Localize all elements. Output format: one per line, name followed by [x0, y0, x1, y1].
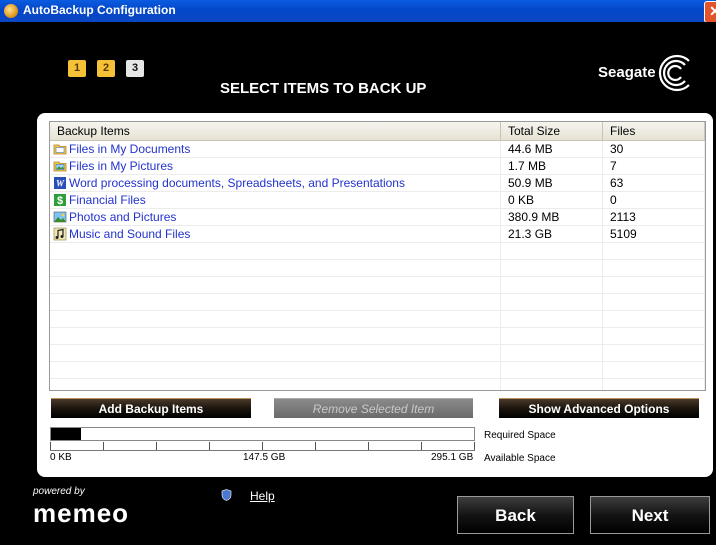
shield-icon — [221, 489, 232, 501]
empty-row — [50, 277, 705, 294]
item-files: 30 — [603, 141, 705, 157]
item-name: Financial Files — [69, 193, 146, 207]
svg-text:W: W — [56, 179, 65, 189]
item-size: 21.3 GB — [501, 226, 603, 242]
column-backup-items[interactable]: Backup Items — [50, 122, 501, 140]
item-name: Files in My Documents — [69, 142, 191, 156]
table-row[interactable]: Photos and Pictures 380.9 MB 2113 — [50, 209, 705, 226]
space-ruler — [50, 442, 475, 452]
item-name: Music and Sound Files — [69, 227, 191, 241]
back-button[interactable]: Back — [457, 496, 574, 534]
step-2: 2 — [97, 60, 115, 77]
empty-row — [50, 379, 705, 390]
item-files: 2113 — [603, 209, 705, 225]
space-meter — [50, 427, 475, 441]
column-total-size[interactable]: Total Size — [501, 122, 603, 140]
empty-row — [50, 311, 705, 328]
item-name: Word processing documents, Spreadsheets,… — [69, 176, 405, 190]
powered-by-label: powered by — [33, 486, 85, 497]
table-row[interactable]: $ Financial Files 0 KB 0 — [50, 192, 705, 209]
scale-mid: 147.5 GB — [243, 452, 286, 463]
scale-min: 0 KB — [50, 452, 72, 463]
empty-row — [50, 328, 705, 345]
table-row[interactable]: Files in My Pictures 1.7 MB 7 — [50, 158, 705, 175]
item-size: 50.9 MB — [501, 175, 603, 191]
step-1: 1 — [68, 60, 86, 77]
add-backup-items-button[interactable]: Add Backup Items — [51, 398, 251, 418]
table-row[interactable]: Files in My Documents 44.6 MB 30 — [50, 141, 705, 158]
table-row[interactable]: Music and Sound Files 21.3 GB 5109 — [50, 226, 705, 243]
page-title: SELECT ITEMS TO BACK UP — [220, 80, 427, 97]
seagate-swirl-icon — [658, 54, 690, 92]
remove-selected-item-button[interactable]: Remove Selected Item — [274, 398, 473, 418]
window-title: AutoBackup Configuration — [23, 3, 176, 17]
required-space-fill — [51, 428, 82, 440]
memeo-logo: memeo — [33, 498, 130, 528]
item-size: 1.7 MB — [501, 158, 603, 174]
empty-row — [50, 362, 705, 379]
music-note-icon — [53, 227, 67, 241]
required-space-label: Required Space — [484, 430, 556, 441]
item-size: 0 KB — [501, 192, 603, 208]
item-files: 0 — [603, 192, 705, 208]
item-name: Photos and Pictures — [69, 210, 177, 224]
table-row[interactable]: W Word processing documents, Spreadsheet… — [50, 175, 705, 192]
scale-max: 295.1 GB — [431, 452, 474, 463]
title-bar: AutoBackup Configuration ✕ — [0, 0, 716, 23]
photo-icon — [53, 211, 67, 223]
next-button[interactable]: Next — [590, 496, 710, 534]
item-size: 44.6 MB — [501, 141, 603, 157]
available-space-label: Available Space — [484, 453, 556, 464]
step-indicator: 1 2 3 — [68, 60, 144, 77]
svg-text:$: $ — [57, 195, 63, 207]
table-header: Backup Items Total Size Files — [50, 122, 705, 141]
empty-row — [50, 345, 705, 362]
word-document-icon: W — [54, 177, 66, 189]
close-button[interactable]: ✕ — [704, 1, 716, 23]
item-files: 7 — [603, 158, 705, 174]
empty-row — [50, 243, 705, 260]
folder-pictures-icon — [53, 161, 67, 172]
empty-row — [50, 294, 705, 311]
folder-documents-icon — [53, 144, 67, 155]
brand-logo: Seagate — [598, 64, 656, 81]
item-files: 5109 — [603, 226, 705, 242]
app-icon — [4, 4, 18, 18]
show-advanced-options-button[interactable]: Show Advanced Options — [499, 398, 699, 418]
empty-row — [50, 260, 705, 277]
dollar-icon: $ — [54, 194, 66, 207]
help-link[interactable]: Help — [250, 489, 275, 503]
item-files: 63 — [603, 175, 705, 191]
step-3: 3 — [126, 60, 144, 77]
item-size: 380.9 MB — [501, 209, 603, 225]
column-files[interactable]: Files — [603, 122, 705, 140]
item-name: Files in My Pictures — [69, 159, 174, 173]
backup-items-table[interactable]: Backup Items Total Size Files Files in M… — [49, 121, 706, 391]
